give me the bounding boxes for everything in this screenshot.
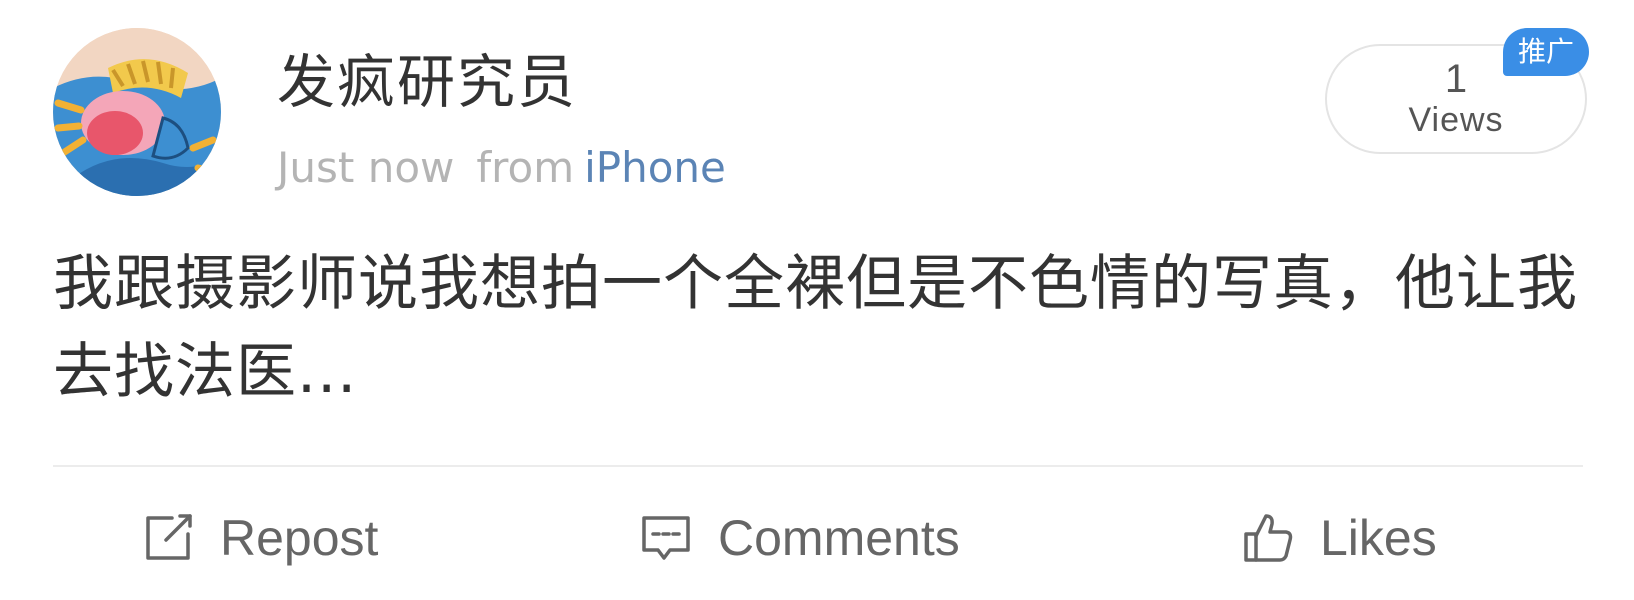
- views-count: 1: [1444, 57, 1468, 101]
- comment-icon: [642, 516, 690, 560]
- repost-icon: [146, 514, 192, 560]
- comments-label: Comments: [718, 510, 960, 566]
- source-label: from: [476, 143, 575, 192]
- promo-badge[interactable]: 推广: [1503, 28, 1589, 76]
- post-meta: Just now from iPhone: [277, 142, 726, 194]
- views-label: Views: [1408, 101, 1504, 139]
- repost-button[interactable]: Repost: [140, 500, 378, 576]
- avatar-illustration: [53, 28, 221, 196]
- likes-button[interactable]: Likes: [1240, 500, 1437, 576]
- thumbs-up-icon: [1244, 514, 1293, 562]
- repost-label: Repost: [220, 510, 379, 566]
- post-card: 发疯研究员 Just now from iPhone 1 Views 推广 我跟摄影…: [0, 0, 1634, 600]
- divider: [53, 465, 1583, 467]
- post-body[interactable]: 我跟摄影师说我想拍一个全裸但是不色情的写真，他让我去找法医...: [53, 240, 1583, 416]
- avatar[interactable]: [53, 28, 221, 196]
- post-timestamp: Just now: [277, 143, 455, 192]
- comments-button[interactable]: Comments: [638, 500, 960, 576]
- device-link[interactable]: iPhone: [584, 143, 726, 192]
- author-name[interactable]: 发疯研究员: [277, 46, 577, 118]
- likes-label: Likes: [1320, 510, 1437, 566]
